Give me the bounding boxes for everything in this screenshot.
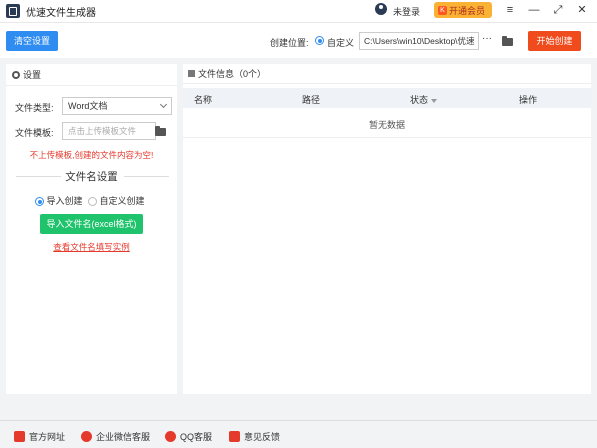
template-warning: 不上传模板,创建的文件内容为空!: [29, 150, 154, 160]
qq-support-link[interactable]: QQ客服: [165, 430, 212, 443]
import-option-label: 导入创建: [46, 196, 83, 206]
view-example-link[interactable]: 查看文件名填写实例: [6, 241, 177, 253]
official-site-label: 官方网址: [29, 432, 66, 442]
wechat-support-link[interactable]: 企业微信客服: [81, 430, 150, 443]
filter-icon[interactable]: [431, 98, 438, 103]
more-options-icon[interactable]: ···: [482, 33, 492, 44]
col-status[interactable]: 状态: [410, 93, 438, 106]
login-status[interactable]: 未登录: [393, 5, 420, 18]
toolbar: 清空设置 创建位置: 自定义 C:\Users\win10\Desktop\优速…: [0, 22, 597, 58]
wechat-support-label: 企业微信客服: [96, 432, 151, 442]
import-filenames-button[interactable]: 导入文件名(excel格式): [40, 214, 143, 234]
col-action: 操作: [519, 95, 538, 105]
chevron-down-icon: [159, 100, 168, 109]
row-divider: [183, 137, 591, 138]
website-icon: [14, 431, 25, 442]
output-path-input[interactable]: C:\Users\win10\Desktop\优速: [359, 32, 479, 50]
feedback-link[interactable]: 意见反馈: [229, 430, 280, 443]
app-logo-icon: [6, 4, 20, 18]
file-info-title: 文件信息（0个）: [198, 69, 267, 79]
list-icon: [188, 70, 195, 77]
template-upload-input[interactable]: 点击上传模板文件: [62, 122, 156, 140]
settings-title: 设置: [23, 70, 42, 80]
location-label: 创建位置:: [270, 38, 309, 48]
custom-location-label[interactable]: 自定义: [327, 36, 354, 49]
template-folder-icon[interactable]: [155, 126, 166, 136]
col-path: 路径: [302, 95, 321, 105]
custom-location-radio[interactable]: [315, 36, 324, 45]
file-type-select[interactable]: Word文档: [62, 97, 172, 115]
title-bar: 优速文件生成器 未登录 K 开通会员 ≡ — ⤢ ✕: [0, 0, 597, 22]
footer-divider: [0, 420, 597, 421]
footer: 官方网址 企业微信客服 QQ客服 意见反馈: [0, 426, 597, 448]
custom-radio[interactable]: [88, 197, 97, 207]
qq-icon: [165, 431, 176, 442]
file-info-panel: 文件信息（0个） 名称 路径 状态 操作 暂无数据: [183, 64, 591, 394]
vip-label: 开通会员: [449, 5, 486, 16]
settings-header: 设置: [6, 64, 177, 86]
wechat-icon: [81, 431, 92, 442]
browse-folder-icon[interactable]: [502, 36, 513, 46]
file-info-header: 文件信息（0个）: [183, 64, 591, 84]
option-custom[interactable]: 自定义创建: [88, 194, 145, 207]
col-name: 名称: [194, 95, 213, 105]
official-site-link[interactable]: 官方网址: [14, 430, 65, 443]
clear-settings-button[interactable]: 清空设置: [6, 31, 58, 51]
file-type-label: 文件类型:: [15, 103, 54, 113]
settings-panel: 设置 文件类型: Word文档 文件模板: 点击上传模板文件 不上传模板,创建的…: [6, 64, 177, 394]
qq-support-label: QQ客服: [180, 432, 213, 442]
gear-icon: [12, 70, 20, 79]
file-type-value: Word文档: [68, 101, 108, 111]
vip-icon: K: [438, 5, 447, 15]
divider-right: [124, 176, 169, 177]
menu-icon[interactable]: ≡: [503, 3, 517, 17]
close-button[interactable]: ✕: [575, 3, 589, 17]
import-radio[interactable]: [35, 197, 44, 207]
feedback-label: 意见反馈: [244, 432, 281, 442]
start-create-button[interactable]: 开始创建: [528, 31, 581, 51]
custom-option-label: 自定义创建: [99, 196, 145, 206]
empty-data-text: 暂无数据: [368, 120, 405, 130]
vip-button[interactable]: K 开通会员: [434, 2, 492, 18]
app-title: 优速文件生成器: [26, 8, 96, 19]
maximize-button[interactable]: ⤢: [551, 3, 565, 17]
feedback-icon: [229, 431, 240, 442]
minimize-button[interactable]: —: [527, 3, 541, 17]
col-status-label: 状态: [410, 95, 429, 105]
option-import[interactable]: 导入创建: [35, 194, 83, 207]
template-label: 文件模板:: [15, 128, 54, 138]
table-header: 名称 路径 状态 操作: [183, 88, 591, 108]
user-icon[interactable]: [375, 3, 387, 15]
